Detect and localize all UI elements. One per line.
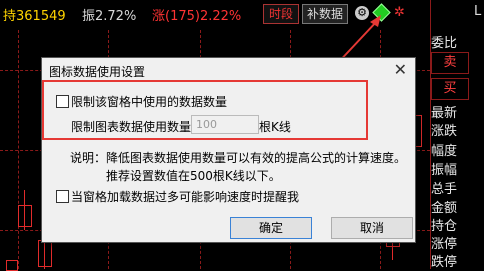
buy-button[interactable]: 买	[431, 78, 469, 100]
order-ratio-label: 委比	[431, 36, 458, 51]
total-volume-label: 总手	[431, 182, 458, 197]
panel-letter: L	[474, 4, 482, 19]
limit-up-label: 涨停	[431, 237, 458, 252]
highlight-box	[42, 80, 368, 140]
ok-button[interactable]: 确定	[230, 217, 312, 239]
open-interest-label: 持仓	[431, 219, 458, 234]
candle	[18, 205, 32, 227]
amplitude-label: 振幅	[431, 163, 458, 178]
amount-label: 金额	[431, 201, 458, 216]
settings-gear-icon[interactable]: ⚙	[355, 6, 369, 20]
close-icon[interactable]: ✕	[394, 60, 407, 79]
slow-load-alert-checkbox[interactable]	[56, 190, 69, 203]
amplitude-value: 振2.72%	[82, 9, 137, 24]
open-interest-value: 持361549	[3, 9, 66, 24]
cancel-button[interactable]: 取消	[331, 217, 413, 239]
status-bar: 持361549 振2.72% 涨(175)2.22% 时段 补数据 ⚙ ✲	[0, 0, 430, 26]
period-button[interactable]: 时段	[263, 4, 299, 24]
latest-label: 最新	[431, 106, 458, 121]
note-line-1: 说明：降低图表数据使用数量可以有效的提高公式的计算速度。	[70, 151, 407, 165]
candle	[6, 260, 18, 271]
dialog-title: 图标数据使用设置	[49, 65, 146, 79]
supplement-data-button[interactable]: 补数据	[302, 4, 348, 24]
candle	[38, 240, 52, 267]
change-value: 涨(175)2.22%	[152, 9, 242, 24]
slow-load-alert-label: 当窗格加载数据过多可能影响速度时提醒我	[71, 190, 300, 204]
data-settings-diamond-icon[interactable]	[372, 3, 391, 22]
info-mine-icon[interactable]: ✲	[394, 5, 405, 20]
note-line-2: 推荐设置数值在500根K线以下。	[106, 169, 281, 183]
range-label: 幅度	[431, 144, 458, 159]
sell-button[interactable]: 卖	[431, 52, 469, 74]
change-label: 涨跌	[431, 124, 458, 139]
